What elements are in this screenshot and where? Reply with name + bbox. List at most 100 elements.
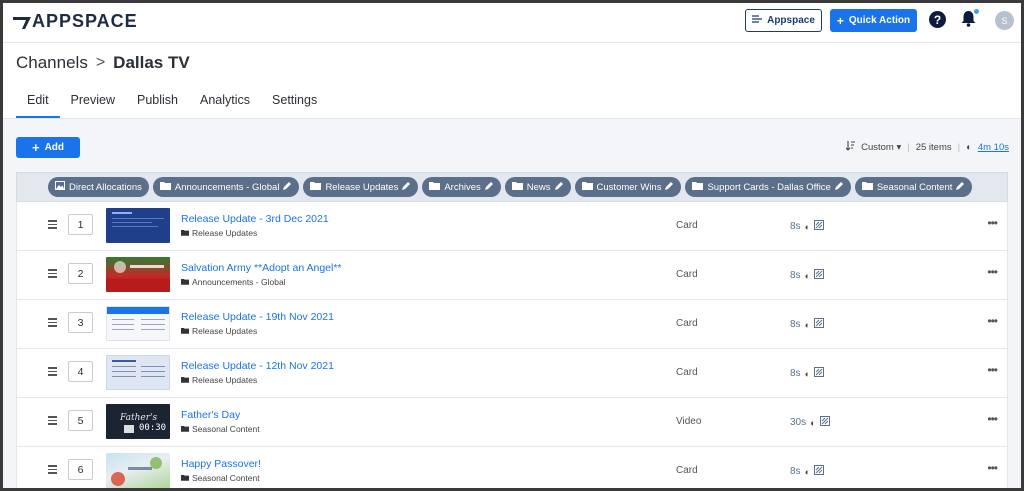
thumbnail[interactable] xyxy=(106,453,170,488)
duration-icon: ◐ xyxy=(804,270,810,281)
appspace-logo[interactable]: APPSPACE xyxy=(13,11,138,32)
item-title-link[interactable]: Release Update - 12th Nov 2021 xyxy=(181,360,334,372)
item-duration: 8s ◐ xyxy=(790,465,824,478)
duration-value: 8s xyxy=(790,319,801,330)
tab-settings[interactable]: Settings xyxy=(261,93,328,118)
drag-handle-icon[interactable] xyxy=(48,367,57,378)
duration-icon: ◐ xyxy=(804,319,810,330)
drag-handle-icon[interactable] xyxy=(48,465,57,476)
thumbnail[interactable] xyxy=(106,306,170,341)
schedule-icon[interactable] xyxy=(819,416,830,429)
thumbnail[interactable]: Father's 00:30 xyxy=(106,404,170,439)
pencil-icon[interactable] xyxy=(834,181,844,193)
duration-icon: ◐ xyxy=(810,417,816,428)
chip-news[interactable]: News xyxy=(504,177,571,197)
item-title-link[interactable]: Salvation Army **Adopt an Angel** xyxy=(181,262,342,274)
item-title-link[interactable]: Release Update - 19th Nov 2021 xyxy=(181,311,334,323)
order-input[interactable]: 1 xyxy=(68,214,93,235)
divider: | xyxy=(957,142,961,153)
sort-dropdown[interactable]: Custom ▾ xyxy=(861,142,901,153)
chip-customer-wins[interactable]: Customer Wins xyxy=(574,177,682,197)
schedule-icon[interactable] xyxy=(814,220,824,233)
schedule-icon[interactable] xyxy=(814,318,824,331)
chip-direct-allocations[interactable]: Direct Allocations xyxy=(48,177,149,197)
more-options-icon[interactable]: ••• xyxy=(987,265,998,279)
item-folder-label: Release Updates xyxy=(192,228,258,238)
tab-preview[interactable]: Preview xyxy=(60,93,126,118)
list-item[interactable]: 4 Release Update - 12th Nov 2021 Release… xyxy=(16,349,1008,398)
item-count: 25 items xyxy=(915,142,952,153)
item-folder: Release Updates xyxy=(181,375,257,385)
caret-down-icon: ▾ xyxy=(896,142,902,153)
item-title-link[interactable]: Release Update - 3rd Dec 2021 xyxy=(181,213,329,225)
chip-support-cards-dallas[interactable]: Support Cards - Dallas Office xyxy=(685,177,851,197)
appspace-button[interactable]: Appspace xyxy=(745,9,822,32)
tab-publish[interactable]: Publish xyxy=(126,93,189,118)
item-title-link[interactable]: Father's Day xyxy=(181,409,240,421)
duration-icon: ◐ xyxy=(804,221,810,232)
order-input[interactable]: 3 xyxy=(68,312,93,333)
help-icon[interactable]: ? xyxy=(929,11,946,28)
schedule-icon[interactable] xyxy=(814,367,824,380)
item-duration: 8s ◐ xyxy=(790,367,824,380)
chip-archives[interactable]: Archives xyxy=(422,177,501,197)
schedule-icon[interactable] xyxy=(814,269,824,282)
drag-handle-icon[interactable] xyxy=(48,269,57,280)
more-options-icon[interactable]: ••• xyxy=(987,363,998,377)
tab-analytics[interactable]: Analytics xyxy=(189,93,261,118)
folder-icon xyxy=(181,277,189,287)
pencil-icon[interactable] xyxy=(283,181,292,193)
more-options-icon[interactable]: ••• xyxy=(987,314,998,328)
item-title-link[interactable]: Happy Passover! xyxy=(181,458,261,470)
pencil-icon[interactable] xyxy=(402,181,411,193)
quick-action-button[interactable]: + Quick Action xyxy=(830,9,917,32)
list-item[interactable]: 5 Father's 00:30 Father's Day Seasonal C… xyxy=(16,398,1008,447)
folder-icon xyxy=(310,181,322,193)
pencil-icon[interactable] xyxy=(484,181,494,193)
breadcrumb-channels[interactable]: Channels xyxy=(16,53,88,73)
order-input[interactable]: 5 xyxy=(68,410,93,431)
more-options-icon[interactable]: ••• xyxy=(987,412,998,426)
item-folder: Announcements - Global xyxy=(181,277,286,287)
duration-value: 8s xyxy=(790,221,801,232)
folder-icon xyxy=(581,181,593,193)
avatar[interactable]: S xyxy=(995,11,1014,30)
pencil-icon[interactable] xyxy=(554,181,564,193)
list-item[interactable]: 2 Salvation Army **Adopt an Angel** Anno… xyxy=(16,251,1008,300)
order-input[interactable]: 6 xyxy=(68,459,93,480)
schedule-icon[interactable] xyxy=(814,465,824,478)
chip-release-updates[interactable]: Release Updates xyxy=(303,177,419,197)
item-folder: Release Updates xyxy=(181,326,257,336)
list-item[interactable]: 3 Release Update - 19th Nov 2021 Release… xyxy=(16,300,1008,349)
page-title: Dallas TV xyxy=(113,53,190,72)
drag-handle-icon[interactable] xyxy=(48,318,57,329)
drag-handle-icon[interactable] xyxy=(48,416,57,427)
pencil-icon[interactable] xyxy=(665,181,674,193)
more-options-icon[interactable]: ••• xyxy=(987,216,998,230)
thumbnail[interactable] xyxy=(106,257,170,292)
order-input[interactable]: 2 xyxy=(68,263,93,284)
video-duration-label: 00:30 xyxy=(139,423,167,433)
list-item[interactable]: 6 Happy Passover! Seasonal Content Card … xyxy=(16,447,1008,488)
item-folder-label: Seasonal Content xyxy=(192,424,260,434)
item-folder-label: Release Updates xyxy=(192,326,258,336)
add-button[interactable]: + Add xyxy=(16,137,80,158)
total-duration-link[interactable]: 4m 10s xyxy=(978,142,1009,153)
image-icon xyxy=(55,181,65,193)
chip-announcements-global[interactable]: Announcements - Global xyxy=(152,177,300,197)
more-options-icon[interactable]: ••• xyxy=(987,461,998,475)
order-input[interactable]: 4 xyxy=(68,361,93,382)
thumbnail[interactable] xyxy=(106,355,170,390)
item-duration: 8s ◐ xyxy=(790,269,824,282)
chip-seasonal-content[interactable]: Seasonal Content xyxy=(854,177,973,197)
list-item[interactable]: 1 Release Update - 3rd Dec 2021 Release … xyxy=(16,202,1008,251)
duration-icon: ◐ xyxy=(804,368,810,379)
drag-handle-icon[interactable] xyxy=(48,220,57,231)
duration-icon: ◐ xyxy=(804,466,810,477)
item-type: Card xyxy=(676,318,698,329)
pencil-icon[interactable] xyxy=(956,181,965,193)
tab-edit[interactable]: Edit xyxy=(16,93,60,118)
chip-label: Direct Allocations xyxy=(69,181,142,193)
app-window: APPSPACE Appspace + Quick Action ? S Cha… xyxy=(3,3,1021,488)
thumbnail[interactable] xyxy=(106,208,170,243)
